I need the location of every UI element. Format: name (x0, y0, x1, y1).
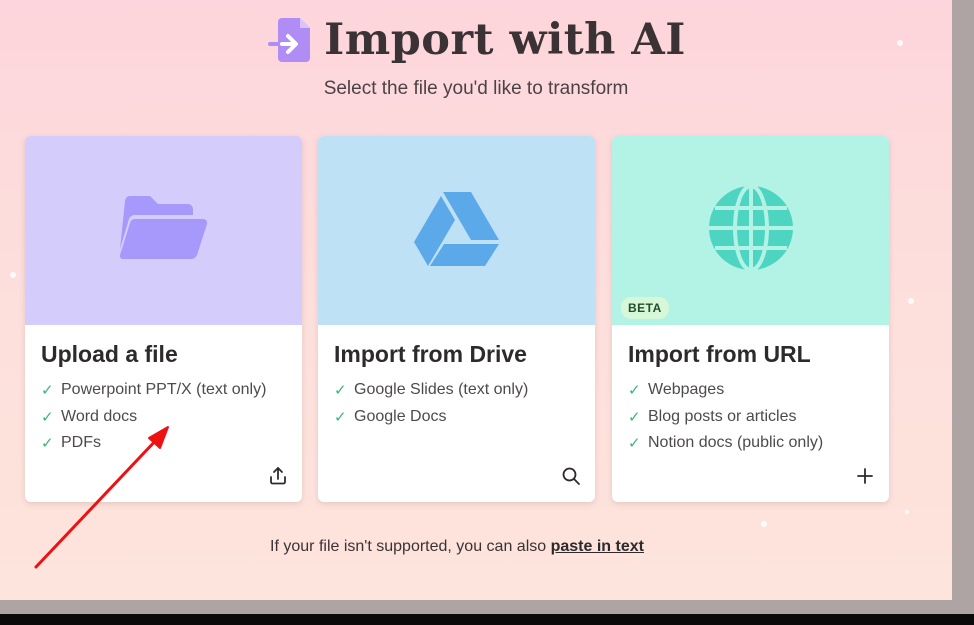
feature-label: Webpages (648, 381, 725, 399)
card-title: Import from Drive (334, 341, 527, 367)
check-icon: ✓ (628, 435, 641, 453)
card-illustration (25, 136, 302, 325)
google-drive-icon (413, 190, 500, 271)
feature-item: ✓ Blog posts or articles (628, 404, 873, 431)
import-url-card[interactable]: BETA Import from URL ✓ Webpages ✓ Blog pos… (612, 136, 889, 502)
paste-text-link[interactable]: paste in text (551, 538, 644, 555)
footer-note: If your file isn't supported, you can al… (0, 538, 914, 556)
feature-item: ✓ Word docs (41, 404, 286, 431)
check-icon: ✓ (334, 408, 347, 426)
feature-label: Notion docs (public only) (648, 434, 824, 452)
page-subtitle: Select the file you'd like to transform (323, 78, 629, 99)
page-header: Import with AI Select the file you'd lik… (0, 10, 952, 100)
footer-text: If your file isn't supported, you can al… (270, 538, 547, 555)
check-icon: ✓ (41, 435, 54, 453)
search-icon[interactable] (561, 466, 581, 486)
check-icon: ✓ (334, 382, 347, 400)
page-title: Import with AI (324, 15, 686, 65)
sparkle-decoration (10, 272, 16, 278)
feature-label: Word docs (61, 407, 138, 425)
feature-item: ✓ Webpages (628, 377, 873, 404)
plus-icon[interactable] (855, 466, 875, 486)
check-icon: ✓ (41, 382, 54, 400)
import-page: Import with AI Select the file you'd lik… (0, 0, 952, 600)
card-illustration (318, 136, 595, 325)
sparkle-decoration (761, 521, 767, 527)
title-row: Import with AI (0, 10, 952, 70)
card-body: Import from Drive ✓ Google Slides (text o… (318, 325, 595, 502)
card-illustration: BETA (612, 136, 889, 325)
feature-label: Powerpoint PPT/X (text only) (61, 381, 267, 399)
upload-file-card[interactable]: Upload a file ✓ Powerpoint PPT/X (text on… (25, 136, 302, 502)
check-icon: ✓ (628, 408, 641, 426)
import-icon (266, 14, 318, 66)
import-drive-card[interactable]: Import from Drive ✓ Google Slides (text o… (318, 136, 595, 502)
feature-label: Google Slides (text only) (354, 381, 529, 399)
feature-item: ✓ Powerpoint PPT/X (text only) (41, 377, 286, 404)
card-title: Import from URL (628, 341, 811, 367)
card-body: Upload a file ✓ Powerpoint PPT/X (text on… (25, 325, 302, 502)
folder-icon (119, 193, 209, 268)
feature-item: ✓ PDFs (41, 430, 286, 457)
feature-label: Blog posts or articles (648, 407, 797, 425)
feature-item: ✓ Notion docs (public only) (628, 430, 873, 457)
feature-item: ✓ Google Docs (334, 404, 579, 431)
globe-icon (707, 184, 795, 277)
card-title: Upload a file (41, 341, 178, 367)
upload-icon[interactable] (268, 466, 288, 486)
beta-badge: BETA (621, 297, 669, 319)
sparkle-decoration (908, 298, 914, 304)
feature-label: PDFs (61, 434, 101, 452)
feature-label: Google Docs (354, 407, 447, 425)
card-body: Import from URL ✓ Webpages ✓ Blog posts or… (612, 325, 889, 502)
sparkle-decoration (905, 510, 909, 514)
feature-item: ✓ Google Slides (text only) (334, 377, 579, 404)
check-icon: ✓ (628, 382, 641, 400)
check-icon: ✓ (41, 408, 54, 426)
